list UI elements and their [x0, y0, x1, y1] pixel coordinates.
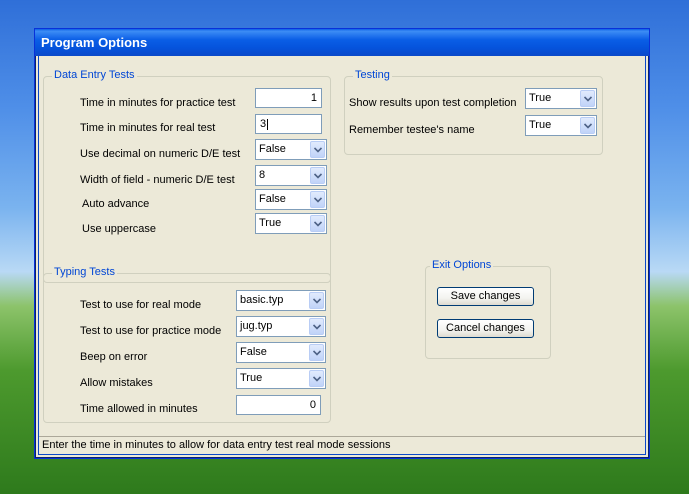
allow-mistakes-select[interactable]: True — [236, 368, 326, 389]
time-allowed-label: Time allowed in minutes — [80, 403, 198, 415]
real-time-input[interactable]: 3 — [255, 114, 322, 134]
practice-mode-test-select[interactable]: jug.typ — [236, 316, 326, 337]
beep-on-error-label: Beep on error — [80, 351, 148, 363]
time-allowed-input[interactable]: 0 — [236, 395, 321, 415]
real-time-value: 3 — [260, 118, 267, 130]
chevron-down-icon[interactable] — [310, 167, 325, 184]
typing-tests-label: Typing Tests — [52, 266, 117, 278]
chevron-down-icon[interactable] — [309, 292, 324, 309]
status-bar: Enter the time in minutes to allow for d… — [39, 436, 645, 454]
field-width-label: Width of field - numeric D/E test — [80, 174, 235, 186]
cancel-changes-button[interactable]: Cancel changes — [437, 319, 534, 338]
save-changes-button[interactable]: Save changes — [437, 287, 534, 306]
uppercase-select[interactable]: True — [255, 213, 327, 234]
real-mode-test-select[interactable]: basic.typ — [236, 290, 326, 311]
allow-mistakes-value: True — [240, 372, 263, 384]
data-entry-tests-label: Data Entry Tests — [52, 69, 137, 81]
chevron-down-icon[interactable] — [310, 215, 325, 232]
data-entry-tests-group: Data Entry Tests Time in minutes for pra… — [43, 69, 331, 283]
remember-name-label: Remember testee's name — [349, 124, 475, 136]
text-caret — [267, 118, 269, 130]
chevron-down-icon[interactable] — [309, 318, 324, 335]
real-mode-test-value: basic.typ — [240, 294, 284, 306]
chevron-down-icon[interactable] — [580, 90, 595, 107]
chevron-down-icon[interactable] — [580, 117, 595, 134]
chevron-down-icon[interactable] — [309, 370, 324, 387]
auto-advance-select[interactable]: False — [255, 189, 327, 210]
field-width-value: 8 — [259, 169, 266, 181]
auto-advance-value: False — [259, 193, 286, 205]
decimal-value: False — [259, 143, 286, 155]
remember-name-select[interactable]: True — [525, 115, 597, 136]
program-options-window: Program Options Data Entry Tests Time in… — [34, 28, 650, 459]
exit-options-group: Exit Options Save changes Cancel changes — [425, 259, 551, 359]
window-title: Program Options — [41, 35, 148, 50]
chevron-down-icon[interactable] — [309, 344, 324, 361]
real-time-label: Time in minutes for real test — [80, 122, 216, 134]
show-results-select[interactable]: True — [525, 88, 597, 109]
show-results-value: True — [529, 92, 552, 104]
show-results-label: Show results upon test completion — [349, 97, 517, 109]
testing-group: Testing Show results upon test completio… — [344, 69, 603, 155]
beep-on-error-select[interactable]: False — [236, 342, 326, 363]
practice-time-label: Time in minutes for practice test — [80, 97, 236, 109]
beep-on-error-value: False — [240, 346, 267, 358]
uppercase-value: True — [259, 217, 282, 229]
practice-mode-test-value: jug.typ — [240, 320, 273, 332]
dialog-client-area: Data Entry Tests Time in minutes for pra… — [38, 56, 646, 455]
remember-name-value: True — [529, 119, 552, 131]
auto-advance-label: Auto advance — [82, 198, 150, 210]
real-mode-test-label: Test to use for real mode — [80, 299, 202, 311]
typing-tests-group: Typing Tests Test to use for real mode b… — [43, 266, 331, 423]
chevron-down-icon[interactable] — [310, 191, 325, 208]
uppercase-label: Use uppercase — [82, 223, 156, 235]
testing-label: Testing — [353, 69, 392, 81]
decimal-select[interactable]: False — [255, 139, 327, 160]
field-width-select[interactable]: 8 — [255, 165, 327, 186]
chevron-down-icon[interactable] — [310, 141, 325, 158]
status-text: Enter the time in minutes to allow for d… — [42, 439, 391, 451]
allow-mistakes-label: Allow mistakes — [80, 377, 153, 389]
practice-mode-test-label: Test to use for practice mode — [80, 325, 222, 337]
exit-options-label: Exit Options — [430, 259, 494, 271]
decimal-label: Use decimal on numeric D/E test — [80, 148, 241, 160]
title-bar[interactable]: Program Options — [35, 29, 649, 56]
practice-time-input[interactable]: 1 — [255, 88, 322, 108]
